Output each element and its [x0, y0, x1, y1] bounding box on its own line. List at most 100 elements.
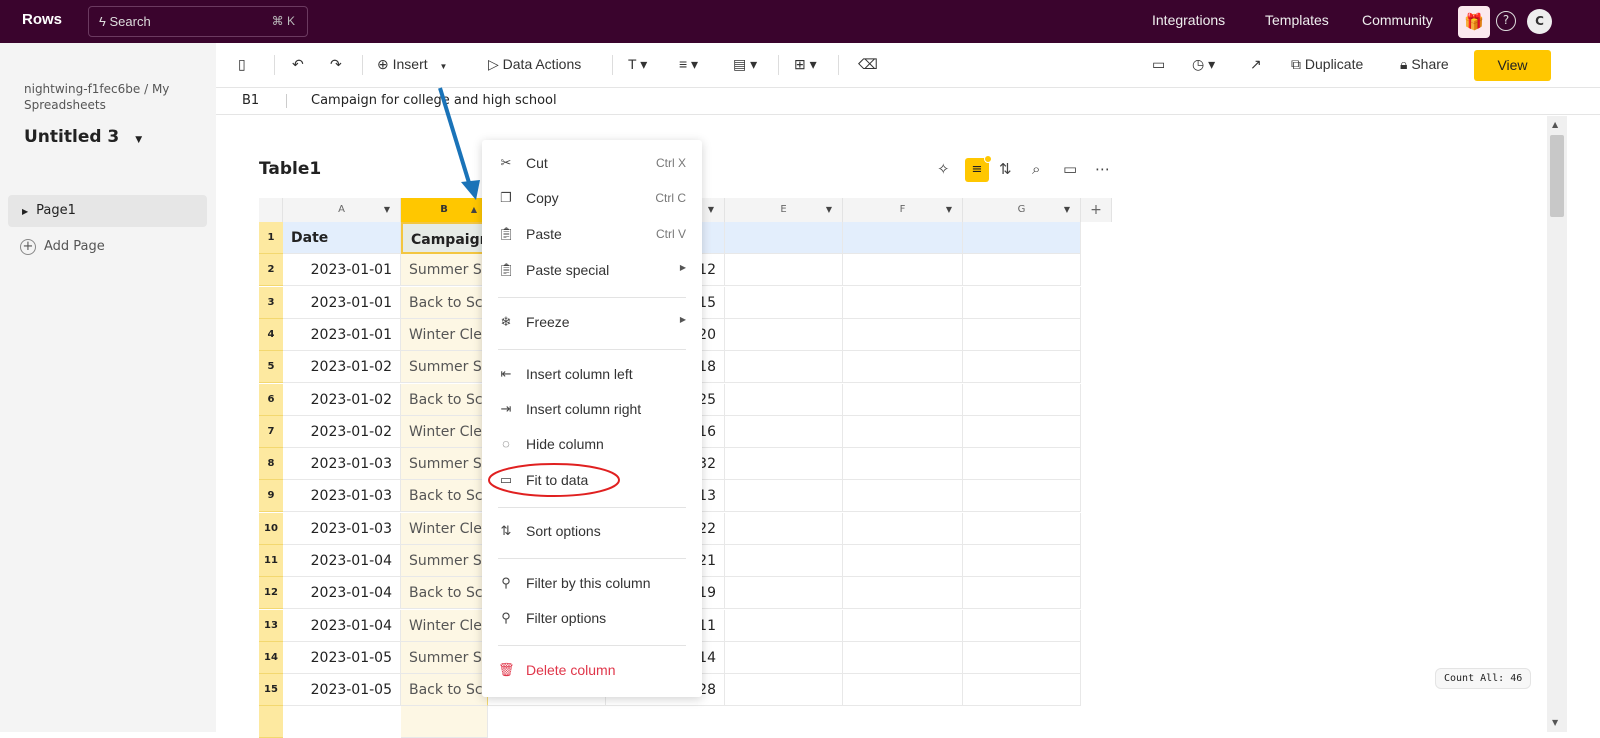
share-button[interactable]: 🔒︎ Share [1400, 56, 1449, 73]
table-cell[interactable]: 2023-01-01 [283, 319, 401, 351]
row-number[interactable]: 10 [259, 513, 283, 545]
table-cell[interactable] [725, 545, 843, 577]
table-title[interactable]: Table1 [259, 159, 321, 179]
table-cell[interactable]: 2023-01-05 [283, 642, 401, 674]
search-input[interactable]: ϟ Search ⌘ K [88, 6, 308, 37]
text-format-icon[interactable]: T ▾ [628, 56, 647, 73]
table-cell[interactable] [725, 254, 843, 286]
menu-item-paste[interactable]: 📋︎ Paste Ctrl V [482, 219, 702, 249]
table-cell[interactable] [963, 448, 1081, 480]
table-cell[interactable] [725, 287, 843, 319]
table-cell[interactable] [963, 351, 1081, 383]
cell-format-icon[interactable]: ▤ ▾ [733, 56, 757, 73]
table-cell[interactable] [963, 254, 1081, 286]
row-number[interactable]: 7 [259, 416, 283, 448]
select-all-corner[interactable] [259, 198, 283, 222]
table-cell[interactable] [725, 351, 843, 383]
table-cell[interactable] [843, 674, 963, 706]
table-cell[interactable]: Winter Cle [401, 513, 488, 545]
table-cell[interactable] [725, 480, 843, 512]
row-number[interactable]: 5 [259, 351, 283, 383]
insert-button[interactable]: ⊕ Insert ▼ [377, 56, 447, 73]
table-cell[interactable]: Summer S [401, 254, 488, 286]
row-number[interactable]: 13 [259, 610, 283, 642]
breadcrumb[interactable]: nightwing-f1fec6be / My Spreadsheets [24, 81, 184, 113]
table-cell[interactable]: 2023-01-03 [283, 448, 401, 480]
table-cell[interactable]: Summer S [401, 642, 488, 674]
logo[interactable]: Rows [22, 11, 62, 28]
menu-item-filter-by-this-column[interactable]: ⚲ Filter by this column [482, 568, 702, 598]
table-cell[interactable]: Summer S [401, 351, 488, 383]
table-cell[interactable]: 2023-01-04 [283, 610, 401, 642]
header-cell[interactable]: Date [283, 222, 401, 254]
sort-icon[interactable]: ⇅ [999, 160, 1012, 178]
table-cell[interactable] [963, 480, 1081, 512]
sidebar-toggle-icon[interactable]: ▯ [238, 56, 246, 73]
help-icon[interactable]: ? [1496, 11, 1516, 31]
table-cell[interactable] [843, 577, 963, 609]
duplicate-button[interactable]: ⧉ Duplicate [1291, 56, 1363, 73]
gift-icon[interactable]: 🎁 [1458, 6, 1490, 38]
nav-templates[interactable]: Templates [1265, 12, 1329, 28]
table-cell[interactable] [963, 319, 1081, 351]
header-cell[interactable] [725, 222, 843, 254]
table-cell[interactable]: Back to Sc [401, 384, 488, 416]
table-cell[interactable]: 2023-01-04 [283, 545, 401, 577]
row-number[interactable]: 12 [259, 577, 283, 609]
row-number[interactable] [259, 706, 283, 738]
chevron-down-icon[interactable]: ▼ [826, 198, 832, 222]
scrollbar-thumb[interactable] [1550, 135, 1564, 217]
row-number[interactable]: 4 [259, 319, 283, 351]
table-cell[interactable]: 2023-01-02 [283, 384, 401, 416]
table-cell[interactable]: Back to Sc [401, 480, 488, 512]
table-cell[interactable] [725, 610, 843, 642]
table-cell[interactable]: 2023-01-05 [283, 674, 401, 706]
menu-item-hide-column[interactable]: ◌ Hide column [482, 429, 702, 459]
column-header[interactable]: A ▼ [283, 198, 401, 222]
table-cell[interactable]: Back to Sc [401, 674, 488, 706]
table-cell[interactable] [725, 513, 843, 545]
menu-item-insert-column-left[interactable]: ⇤ Insert column left [482, 359, 702, 389]
nav-integrations[interactable]: Integrations [1152, 12, 1225, 28]
count-status[interactable]: Count All: 46 [1435, 668, 1532, 689]
table-cell[interactable] [963, 545, 1081, 577]
table-cell[interactable] [963, 287, 1081, 319]
data-actions-button[interactable]: ▷ Data Actions [488, 56, 581, 73]
table-cell[interactable] [843, 545, 963, 577]
table-cell[interactable] [843, 448, 963, 480]
table-cell[interactable] [725, 319, 843, 351]
table-cell[interactable]: Back to Sc [401, 577, 488, 609]
header-cell[interactable]: Campaign [401, 222, 488, 254]
table-cell[interactable] [963, 610, 1081, 642]
chevron-down-icon[interactable]: ▼ [946, 198, 952, 222]
row-number[interactable]: 15 [259, 674, 283, 706]
menu-item-insert-column-right[interactable]: ⇥ Insert column right [482, 394, 702, 424]
formula-input[interactable]: Campaign for college and high school [311, 93, 557, 108]
row-number[interactable]: 9 [259, 480, 283, 512]
trend-icon[interactable]: ↗ [1250, 56, 1262, 73]
search-icon[interactable]: ⌕ [1032, 160, 1040, 178]
comment-icon[interactable]: ▭ [1063, 160, 1077, 178]
chevron-down-icon[interactable]: ▼ [384, 198, 390, 222]
menu-item-sort-options[interactable]: ⇅ Sort options [482, 516, 702, 546]
row-number[interactable]: 1 [259, 222, 283, 254]
history-icon[interactable]: ◷ ▾ [1192, 56, 1215, 73]
table-cell[interactable]: 2023-01-03 [283, 513, 401, 545]
table-cell[interactable] [401, 706, 488, 738]
table-cell[interactable]: 2023-01-04 [283, 577, 401, 609]
table-cell[interactable] [843, 610, 963, 642]
table-cell[interactable] [843, 480, 963, 512]
avatar[interactable]: C [1527, 9, 1552, 34]
table-cell[interactable] [725, 577, 843, 609]
table-cell[interactable] [725, 642, 843, 674]
menu-item-filter-options[interactable]: ⚲ Filter options [482, 603, 702, 633]
table-cell[interactable]: 2023-01-03 [283, 480, 401, 512]
table-cell[interactable] [725, 674, 843, 706]
nav-community[interactable]: Community [1362, 12, 1433, 28]
table-cell[interactable] [963, 416, 1081, 448]
row-number[interactable]: 8 [259, 448, 283, 480]
table-cell[interactable] [843, 513, 963, 545]
undo-icon[interactable]: ↶ [292, 56, 304, 73]
align-icon[interactable]: ≡ ▾ [679, 56, 698, 73]
redo-icon[interactable]: ↷ [330, 56, 342, 73]
